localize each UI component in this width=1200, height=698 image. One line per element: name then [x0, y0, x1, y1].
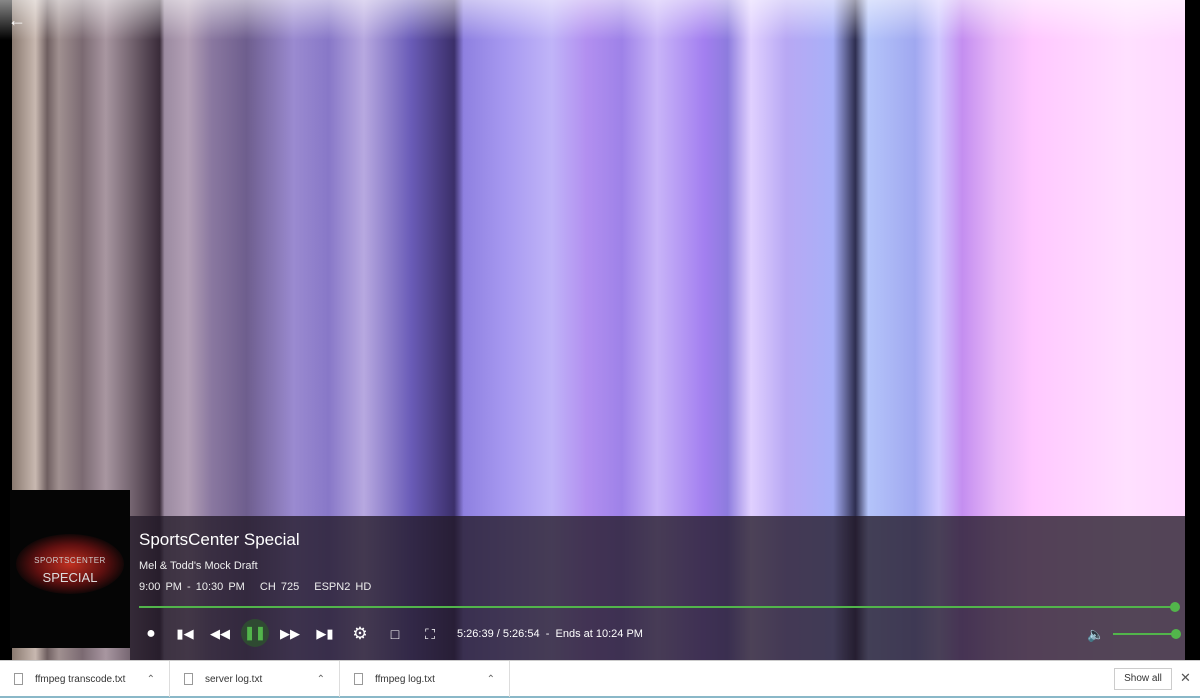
channel-name: ESPN2 HD — [314, 581, 372, 593]
poster-image: SPORTSCENTER SPECIAL — [10, 490, 130, 648]
file-icon — [14, 673, 23, 685]
volume-slider[interactable] — [1113, 629, 1181, 639]
file-icon — [184, 673, 193, 685]
show-all-button[interactable]: Show all — [1114, 668, 1172, 690]
seek-handle[interactable] — [1169, 602, 1180, 612]
download-name: ffmpeg transcode.txt — [35, 673, 126, 685]
volume-handle[interactable] — [1171, 629, 1181, 639]
seek-slider[interactable] — [139, 602, 1180, 612]
download-name: ffmpeg log.txt — [375, 673, 435, 685]
playback-position: 5:26:39 / 5:26:54 — [457, 628, 540, 640]
pause-button[interactable]: ❚❚ — [241, 619, 269, 647]
file-icon — [354, 673, 363, 685]
fullscreen-icon[interactable]: ⛶ — [420, 624, 440, 644]
previous-track-button[interactable]: ▮◀ — [175, 624, 195, 644]
chevron-up-icon[interactable]: ⌃ — [487, 674, 495, 685]
chevron-up-icon[interactable]: ⌃ — [317, 674, 325, 685]
time-range: 9:00 PM - 10:30 PM — [139, 581, 245, 593]
download-name: server log.txt — [205, 673, 263, 685]
episode-title: Mel & Todd's Mock Draft — [139, 560, 258, 572]
download-item[interactable]: ffmpeg log.txt ⌃ — [340, 661, 510, 697]
program-meta: 9:00 PM - 10:30 PM CH 725 ESPN2 HD — [139, 581, 381, 593]
poster-logo-line2: SPECIAL — [42, 570, 98, 585]
time-readout: 5:26:39 / 5:26:54 - Ends at 10:24 PM — [457, 628, 643, 640]
cast-icon[interactable]: □ — [385, 624, 405, 644]
download-item[interactable]: server log.txt ⌃ — [170, 661, 340, 697]
rewind-button[interactable]: ◀◀ — [210, 624, 230, 644]
volume-icon[interactable]: 🔈 — [1086, 624, 1106, 644]
next-track-button[interactable]: ▶▮ — [315, 624, 335, 644]
chevron-up-icon[interactable]: ⌃ — [147, 674, 155, 685]
poster-logo-line1: SPORTSCENTER — [34, 556, 106, 565]
download-item[interactable]: ffmpeg transcode.txt ⌃ — [0, 661, 170, 697]
program-title: SportsCenter Special — [139, 530, 300, 549]
letterbox-right — [1185, 0, 1200, 660]
downloads-bar: ffmpeg transcode.txt ⌃ server log.txt ⌃ … — [0, 660, 1200, 698]
close-icon[interactable]: ✕ — [1180, 670, 1191, 686]
record-button[interactable]: ● — [141, 624, 161, 644]
fast-forward-button[interactable]: ▶▶ — [280, 624, 300, 644]
top-fade — [0, 0, 1200, 40]
back-arrow-icon[interactable]: ← — [8, 10, 26, 31]
settings-gear-icon[interactable]: ⚙ — [350, 624, 370, 644]
ends-at: Ends at 10:24 PM — [555, 628, 643, 640]
separator: - — [545, 628, 550, 640]
channel-number: CH 725 — [259, 581, 300, 593]
